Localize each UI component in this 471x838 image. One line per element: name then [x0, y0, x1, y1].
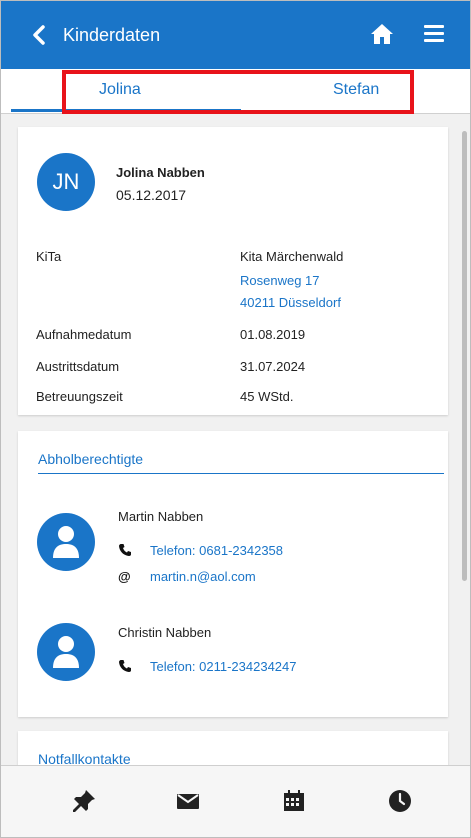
home-button[interactable]: [370, 23, 394, 47]
clock-icon: [389, 790, 411, 812]
avatar: JN: [37, 153, 95, 211]
hamburger-menu-icon: [424, 25, 444, 42]
page-title: Kinderdaten: [63, 25, 161, 45]
care-time-value: 45 WStd.: [240, 389, 294, 404]
at-icon: @: [118, 569, 131, 584]
person-email-link[interactable]: martin.n@aol.com: [150, 569, 256, 584]
nav-clock-button[interactable]: [387, 788, 415, 816]
person-phone-link[interactable]: Telefon: 0211-234234247: [150, 659, 297, 674]
pin-icon: [73, 790, 95, 812]
admission-value: 01.08.2019: [240, 327, 306, 342]
exit-value: 31.07.2024: [240, 359, 306, 374]
child-tabs: Jolina Stefan: [1, 69, 470, 114]
care-time-label: Betreuungszeit: [36, 389, 123, 404]
kita-street-link[interactable]: Rosenweg 17: [240, 273, 320, 288]
emergency-card: Notfallkontakte: [18, 731, 448, 765]
kita-label: KiTa: [36, 249, 62, 264]
scrollbar[interactable]: [462, 131, 467, 581]
active-tab-indicator: [11, 109, 241, 112]
person-avatar-icon: [37, 623, 95, 681]
exit-label: Austrittsdatum: [36, 359, 120, 374]
app-header: Kinderdaten: [1, 1, 470, 69]
pickup-section-title: Abholberechtigte: [38, 451, 144, 467]
bottom-nav: [1, 765, 470, 837]
chevron-left-icon: [33, 25, 45, 45]
nav-pin-button[interactable]: [71, 788, 99, 816]
calendar-icon: [284, 790, 304, 811]
emergency-section-title: Notfallkontakte: [38, 751, 131, 765]
kita-value: Kita Märchenwald: [240, 249, 344, 264]
app-frame: Kinderdaten Jolina Stefan JN Jolina Nabb…: [0, 0, 471, 838]
mail-icon: [177, 794, 199, 809]
tab-jolina[interactable]: Jolina: [99, 81, 141, 99]
kita-city-link[interactable]: 40211 Düsseldorf: [240, 295, 341, 310]
nav-mail-button[interactable]: [175, 788, 203, 816]
phone-icon: [119, 660, 131, 672]
child-name: Jolina Nabben: [116, 165, 205, 180]
admission-label: Aufnahmedatum: [36, 327, 132, 342]
section-divider: [38, 473, 444, 474]
back-button[interactable]: [27, 21, 51, 49]
nav-calendar-button[interactable]: [281, 788, 309, 816]
person-phone-link[interactable]: Telefon: 0681-2342358: [150, 543, 283, 558]
phone-icon: [119, 544, 131, 556]
person-name: Martin Nabben: [118, 509, 204, 524]
tab-stefan[interactable]: Stefan: [333, 81, 379, 99]
pickup-card: Abholberechtigte Martin Nabben Telefon: …: [18, 431, 448, 717]
menu-button[interactable]: [424, 25, 444, 45]
person-avatar-icon: [37, 513, 95, 571]
content-area[interactable]: JN Jolina Nabben 05.12.2017 KiTa Kita Mä…: [1, 115, 470, 765]
home-icon: [371, 24, 393, 44]
person-name: Christin Nabben: [118, 625, 212, 640]
child-birthdate: 05.12.2017: [116, 187, 187, 203]
child-info-card: JN Jolina Nabben 05.12.2017 KiTa Kita Mä…: [18, 127, 448, 415]
